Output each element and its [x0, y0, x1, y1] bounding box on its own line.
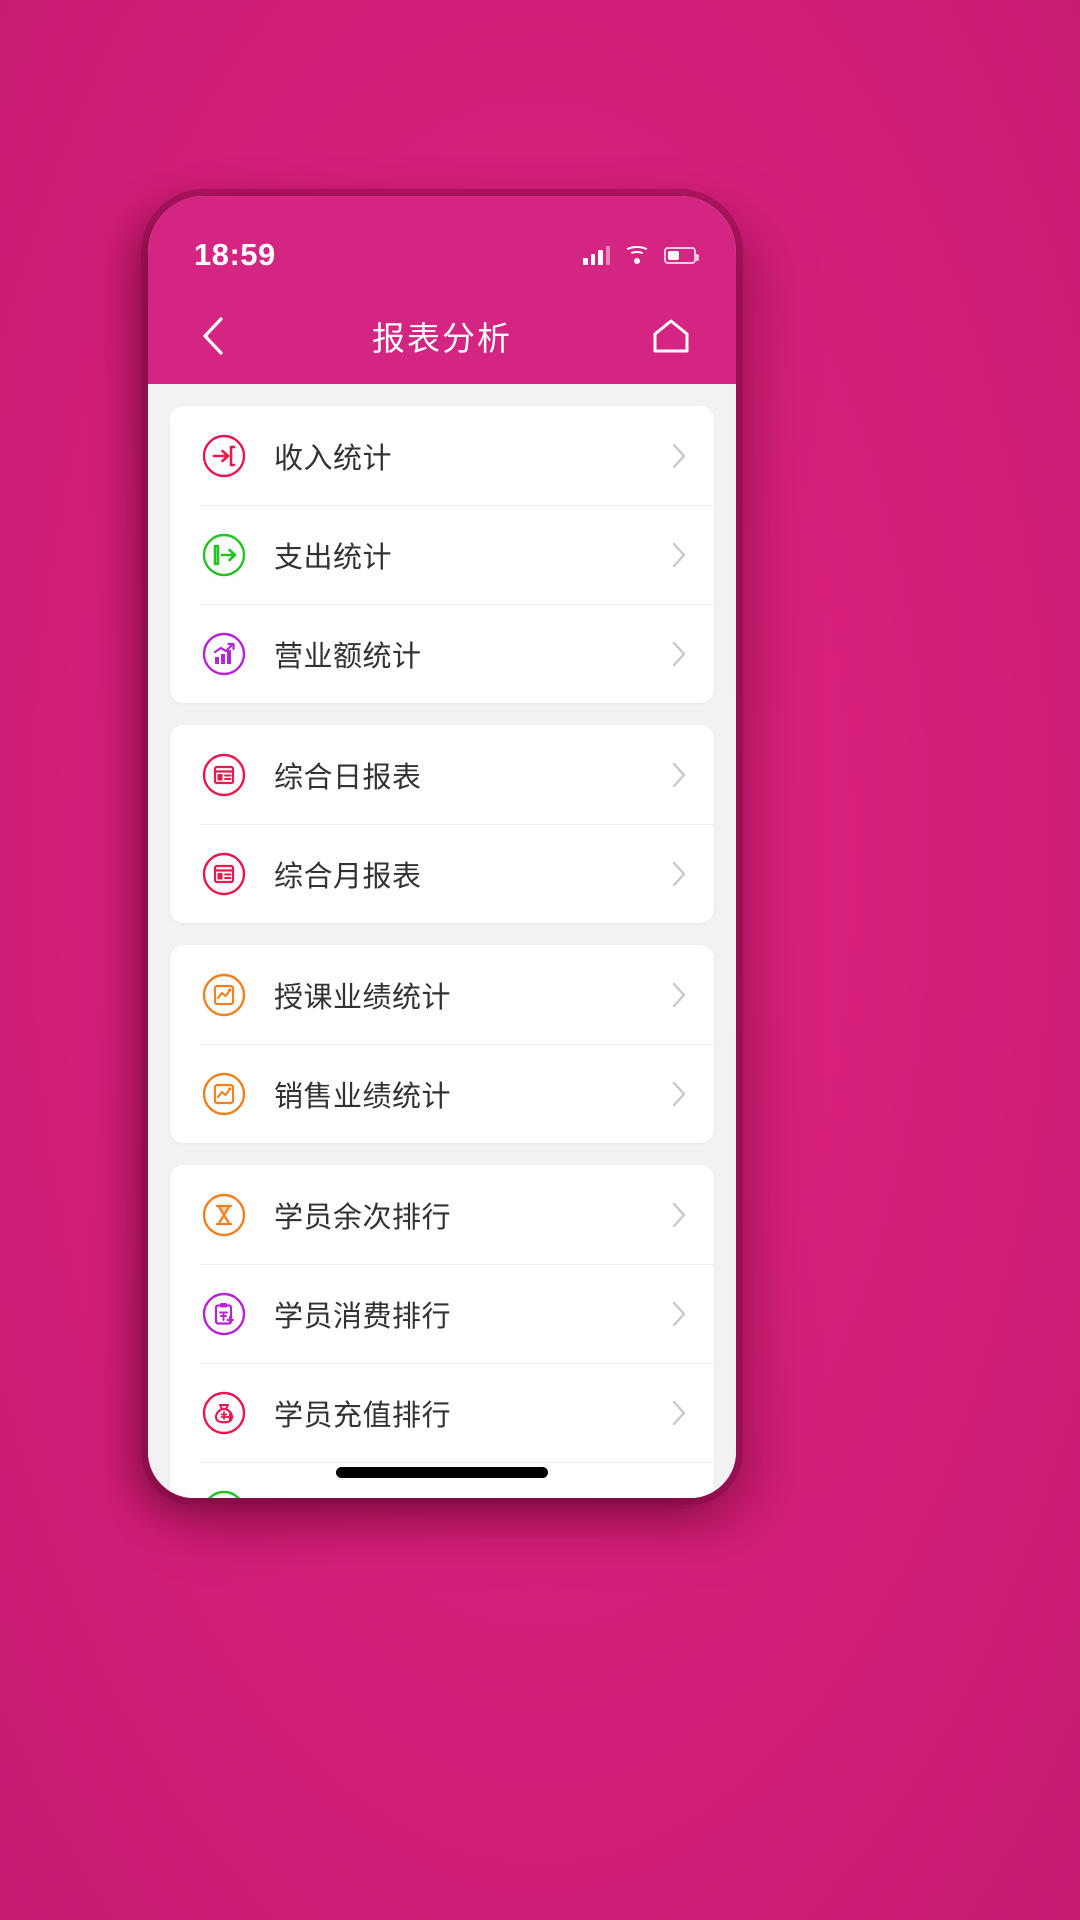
chevron-right-icon — [671, 981, 688, 1009]
status-bar-clock: 18:59 — [194, 237, 276, 272]
chevron-right-icon — [671, 640, 688, 668]
turnover-bar-chart-icon — [200, 630, 248, 678]
home-icon — [653, 319, 689, 353]
list-item-label: 销售业绩统计 — [274, 1080, 452, 1113]
phone-frame: 18:59 报表分析 收入统计 支出统计 营业额统计 综合日报表 综合月报表 授… — [148, 196, 736, 1498]
home-button[interactable] — [640, 305, 702, 367]
list-item-monthly-report[interactable]: 综合月报表 — [170, 824, 714, 923]
cellular-signal-icon — [583, 245, 610, 265]
chevron-right-icon — [671, 1300, 688, 1328]
chevron-right-icon — [671, 761, 688, 789]
list-item-label: 学员余额排行 — [274, 1491, 451, 1499]
list-item-label: 综合月报表 — [274, 860, 422, 893]
home-indicator-bar[interactable] — [336, 1467, 548, 1478]
comprehensive-reports-group: 综合日报表 综合月报表 — [170, 725, 714, 923]
chevron-right-icon — [671, 860, 688, 888]
clipboard-money-icon — [200, 1290, 248, 1338]
income-arrow-in-icon — [200, 432, 248, 480]
list-item-label: 学员余次排行 — [274, 1201, 452, 1234]
list-item-income-statistics[interactable]: 收入统计 — [170, 406, 714, 505]
sales-performance-chart-icon — [200, 1070, 248, 1118]
list-item-expense-statistics[interactable]: 支出统计 — [170, 505, 714, 604]
status-bar: 18:59 — [148, 196, 736, 288]
list-item-teaching-performance[interactable]: 授课业绩统计 — [170, 945, 714, 1044]
list-item-sales-performance[interactable]: 销售业绩统计 — [170, 1044, 714, 1143]
teaching-performance-chart-icon — [200, 971, 248, 1019]
list-item-label: 授课业绩统计 — [274, 981, 452, 1014]
list-item-student-remaining-sessions[interactable]: 学员余次排行 — [170, 1165, 714, 1264]
wallet-icon — [200, 1488, 248, 1498]
chevron-right-icon — [671, 1201, 688, 1229]
list-item-label: 支出统计 — [274, 541, 393, 574]
hourglass-icon — [200, 1191, 248, 1239]
chevron-right-icon — [671, 1399, 688, 1427]
performance-group: 授课业绩统计 销售业绩统计 — [170, 945, 714, 1143]
chevron-right-icon — [671, 442, 688, 470]
list-item-label: 学员消费排行 — [274, 1300, 452, 1333]
daily-report-icon — [200, 751, 248, 799]
list-item-label: 营业额统计 — [274, 640, 422, 673]
back-button[interactable] — [182, 305, 244, 367]
status-bar-icons — [583, 245, 699, 265]
statistics-group: 收入统计 支出统计 营业额统计 — [170, 406, 714, 703]
list-item-student-consumption[interactable]: 学员消费排行 — [170, 1264, 714, 1363]
monthly-report-icon — [200, 850, 248, 898]
battery-icon — [664, 246, 699, 264]
report-list-scroll[interactable]: 收入统计 支出统计 营业额统计 综合日报表 综合月报表 授课业绩统计 销售业绩统… — [148, 384, 736, 1498]
list-item-label: 学员充值排行 — [274, 1399, 452, 1432]
chevron-left-icon — [203, 317, 223, 355]
wifi-icon — [624, 245, 650, 265]
list-item-label: 综合日报表 — [274, 761, 422, 794]
list-item-label: 收入统计 — [274, 442, 393, 475]
navigation-bar: 报表分析 — [148, 288, 736, 384]
list-item-daily-report[interactable]: 综合日报表 — [170, 725, 714, 824]
student-ranking-group: 学员余次排行 学员消费排行 学员充值排行 — [170, 1165, 714, 1498]
expense-arrow-out-icon — [200, 531, 248, 579]
chevron-right-icon — [671, 1080, 688, 1108]
list-item-student-recharge[interactable]: 学员充值排行 — [170, 1363, 714, 1462]
money-bag-icon — [200, 1389, 248, 1437]
list-item-turnover-statistics[interactable]: 营业额统计 — [170, 604, 714, 703]
chevron-right-icon — [671, 1498, 688, 1499]
chevron-right-icon — [671, 541, 688, 569]
